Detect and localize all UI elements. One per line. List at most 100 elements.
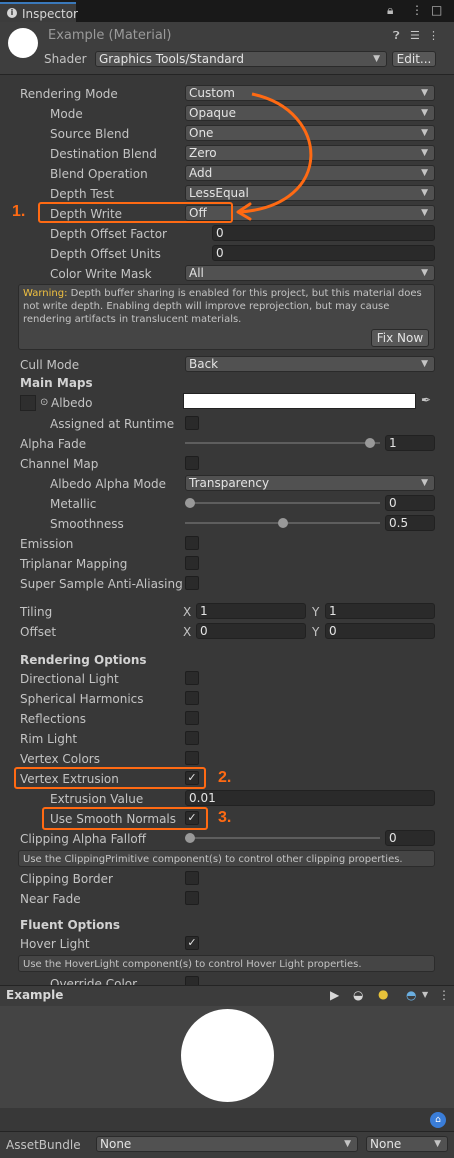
light-icon[interactable]: ● bbox=[378, 987, 388, 1001]
asset-bundle-variant-value: None bbox=[370, 1137, 402, 1151]
offset-label: Offset bbox=[20, 625, 57, 639]
rim-light-label: Rim Light bbox=[20, 732, 78, 746]
main-maps-heading: Main Maps bbox=[20, 376, 93, 390]
warning-text: Depth buffer sharing is enabled for this… bbox=[23, 288, 422, 325]
cull-mode-value: Back bbox=[189, 357, 219, 371]
depth-offset-units-field[interactable]: 0 bbox=[212, 245, 435, 261]
tiling-x-field[interactable]: 1 bbox=[196, 603, 306, 619]
channel-map-label: Channel Map bbox=[20, 457, 99, 471]
vertex-colors-checkbox[interactable] bbox=[185, 751, 199, 765]
alpha-fade-label: Alpha Fade bbox=[20, 437, 87, 451]
metallic-label: Metallic bbox=[50, 497, 97, 511]
super-sample-checkbox[interactable] bbox=[185, 576, 199, 590]
smoothness-slider-knob[interactable] bbox=[277, 518, 288, 528]
directional-light-checkbox[interactable] bbox=[185, 671, 199, 685]
offset-y-label: Y bbox=[312, 625, 320, 639]
albedo-alpha-mode-dropdown[interactable]: Transparency ▼ bbox=[185, 475, 435, 491]
tiling-y-field[interactable]: 1 bbox=[325, 603, 435, 619]
annotation-label-2: 2. bbox=[218, 769, 232, 786]
color-write-mask-value: All bbox=[189, 266, 204, 280]
extrusion-value-label: Extrusion Value bbox=[50, 792, 144, 806]
extrusion-value-field[interactable]: 0.01 bbox=[185, 790, 435, 806]
smoothness-field[interactable]: 0.5 bbox=[385, 515, 435, 531]
spherical-harmonics-label: Spherical Harmonics bbox=[20, 692, 144, 706]
override-color-clip: Override Color bbox=[0, 974, 454, 985]
assigned-at-runtime-checkbox[interactable] bbox=[185, 416, 199, 430]
metallic-field[interactable]: 0 bbox=[385, 495, 435, 511]
tiling-x-label: X bbox=[183, 605, 192, 619]
triplanar-mapping-label: Triplanar Mapping bbox=[20, 557, 128, 571]
reflections-label: Reflections bbox=[20, 712, 86, 726]
offset-x-label: X bbox=[183, 625, 192, 639]
directional-light-label: Directional Light bbox=[20, 672, 119, 686]
play-icon[interactable]: ▶ bbox=[330, 988, 339, 1002]
cull-mode-label: Cull Mode bbox=[20, 358, 80, 372]
emission-checkbox[interactable] bbox=[185, 536, 199, 550]
chevron-down-icon: ▼ bbox=[344, 1139, 351, 1149]
reflections-checkbox[interactable] bbox=[185, 711, 199, 725]
override-color-label: Override Color bbox=[50, 977, 138, 985]
tiling-y-label: Y bbox=[312, 605, 320, 619]
depth-offset-units-label: Depth Offset Units bbox=[50, 247, 161, 261]
near-fade-label: Near Fade bbox=[20, 892, 81, 906]
rendering-options-heading: Rendering Options bbox=[20, 653, 147, 667]
alpha-fade-slider-knob[interactable] bbox=[365, 438, 375, 448]
near-fade-checkbox[interactable] bbox=[185, 891, 199, 905]
hover-help-box: Use the HoverLight component(s) to contr… bbox=[18, 955, 435, 972]
override-color-checkbox[interactable] bbox=[185, 976, 199, 985]
spherical-harmonics-checkbox[interactable] bbox=[185, 691, 199, 705]
annotation-arrow bbox=[236, 92, 313, 221]
asset-bundle-variant-dropdown[interactable]: None ▼ bbox=[366, 1136, 448, 1152]
color-write-mask-label: Color Write Mask bbox=[50, 267, 152, 281]
assigned-at-runtime-label: Assigned at Runtime bbox=[50, 417, 175, 431]
channel-map-checkbox[interactable] bbox=[185, 456, 199, 470]
preview-toolbar: Example ▶ ◒ ● ◓ ▼ ⋮ bbox=[0, 985, 454, 1007]
albedo-alpha-mode-label: Albedo Alpha Mode bbox=[50, 477, 166, 491]
asset-bundle-dropdown[interactable]: None ▼ bbox=[96, 1136, 358, 1152]
sphere-mesh-icon[interactable]: ◒ bbox=[353, 988, 363, 1002]
smoothness-label: Smoothness bbox=[50, 517, 124, 531]
clipping-alpha-falloff-slider-knob[interactable] bbox=[185, 833, 195, 843]
object-picker-icon[interactable]: ⊙ bbox=[40, 395, 48, 411]
chevron-down-icon: ▼ bbox=[421, 359, 428, 369]
clipping-alpha-falloff-slider-track[interactable] bbox=[185, 837, 380, 839]
more-icon[interactable]: ⋮ bbox=[438, 988, 450, 1002]
albedo-alpha-mode-value: Transparency bbox=[189, 476, 270, 490]
warning-prefix: Warning: bbox=[23, 288, 68, 299]
metallic-slider-knob[interactable] bbox=[185, 498, 195, 508]
albedo-color-field[interactable] bbox=[183, 393, 416, 409]
hover-light-checkbox[interactable]: ✓ bbox=[185, 936, 199, 950]
alpha-fade-field[interactable]: 1 bbox=[385, 435, 435, 451]
eyedropper-icon[interactable]: ✒︎ bbox=[421, 393, 431, 407]
chevron-down-icon[interactable]: ▼ bbox=[422, 990, 428, 999]
preview-title: Example bbox=[6, 988, 64, 1002]
metallic-slider-track[interactable] bbox=[185, 502, 380, 504]
preview-sphere bbox=[181, 1009, 274, 1102]
clipping-alpha-falloff-field[interactable]: 0 bbox=[385, 830, 435, 846]
chevron-down-icon: ▼ bbox=[434, 1139, 441, 1149]
annotation-box-3 bbox=[42, 807, 208, 830]
clipping-border-checkbox[interactable] bbox=[185, 871, 199, 885]
super-sample-label: Super Sample Anti-Aliasing bbox=[20, 577, 183, 591]
albedo-texture-slot[interactable] bbox=[20, 395, 36, 411]
alpha-fade-slider-track[interactable] bbox=[185, 442, 380, 444]
offset-x-field[interactable]: 0 bbox=[196, 623, 306, 639]
offset-y-field[interactable]: 0 bbox=[325, 623, 435, 639]
chevron-down-icon: ▼ bbox=[421, 268, 428, 278]
annotation-box-2 bbox=[14, 767, 206, 789]
fluent-options-heading: Fluent Options bbox=[20, 918, 121, 932]
vertex-colors-label: Vertex Colors bbox=[20, 752, 100, 766]
triplanar-mapping-checkbox[interactable] bbox=[185, 556, 199, 570]
tag-icon[interactable]: ⌂ bbox=[430, 1112, 446, 1128]
preview-background-icon[interactable]: ◓ bbox=[406, 988, 416, 1002]
tiling-label: Tiling bbox=[20, 605, 53, 619]
chevron-down-icon: ▼ bbox=[421, 478, 428, 488]
clipping-help-box: Use the ClippingPrimitive component(s) t… bbox=[18, 850, 435, 867]
hover-light-label: Hover Light bbox=[20, 937, 90, 951]
fix-now-button[interactable]: Fix Now bbox=[371, 329, 429, 347]
rim-light-checkbox[interactable] bbox=[185, 731, 199, 745]
asset-bundle-value: None bbox=[100, 1137, 132, 1151]
emission-label: Emission bbox=[20, 537, 74, 551]
color-write-mask-dropdown[interactable]: All ▼ bbox=[185, 265, 435, 281]
cull-mode-dropdown[interactable]: Back ▼ bbox=[185, 356, 435, 372]
